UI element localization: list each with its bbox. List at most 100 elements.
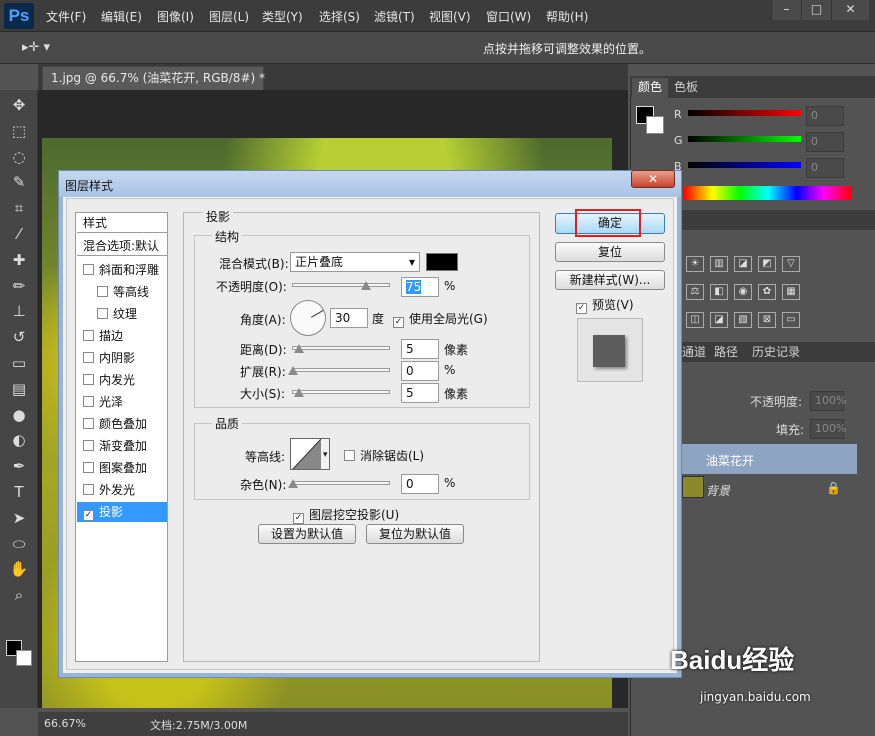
menu-item-6[interactable]: 滤镜(T) [374,8,415,25]
size-slider-thumb[interactable] [294,388,304,397]
menu-item-3[interactable]: 图层(L) [209,8,249,25]
distance-input[interactable]: 5 [401,339,439,359]
style-item-0[interactable]: 斜面和浮雕 [77,260,167,280]
distance-slider-thumb[interactable] [294,344,304,353]
style-item-6[interactable]: 光泽 [77,392,167,412]
balance-icon[interactable]: ⚖ [686,284,704,300]
layer-name-background[interactable]: 背景 [706,482,730,499]
channel-value[interactable]: 0 [806,132,844,152]
close-window-button[interactable]: ✕ [831,0,869,20]
stamp-tool-icon[interactable]: ⊥ [7,300,31,322]
document-tab[interactable]: 1.jpg @ 66.7% (油菜花开, RGB/8#) * [42,66,265,90]
dodge-tool-icon[interactable]: ◐ [7,429,31,451]
invert-icon[interactable]: ◫ [686,312,704,328]
noise-slider[interactable] [292,481,390,485]
channel-slider[interactable] [688,136,801,142]
opacity-slider[interactable] [292,283,390,287]
contour-picker[interactable]: ▾ [290,438,330,470]
size-slider[interactable] [292,390,390,394]
ellipse-tool-icon[interactable]: ⬭ [7,533,31,555]
set-default-button[interactable]: 设置为默认值 [258,524,356,544]
eyedropper-icon[interactable]: ⁄ [7,223,31,245]
style-item-4[interactable]: 内阴影 [77,348,167,368]
maximize-button[interactable]: □ [801,0,831,20]
exposure-icon[interactable]: ◩ [758,256,776,272]
noise-slider-thumb[interactable] [288,479,298,488]
tab-history[interactable]: 历史记录 [746,343,806,363]
brush-tool-icon[interactable]: ✏ [7,275,31,297]
blend-options-item[interactable]: 混合选项:默认 [77,236,167,256]
menu-item-4[interactable]: 类型(Y) [262,8,303,25]
reset-default-button[interactable]: 复位为默认值 [366,524,464,544]
shadow-color-swatch[interactable] [426,253,458,271]
move-tool-preset-icon[interactable]: ▸✛ ▾ [22,40,50,55]
levels-icon[interactable]: ▥ [710,256,728,272]
gradient-map-icon[interactable]: ▭ [782,312,800,328]
blend-mode-select[interactable]: 正片叠底 ▾ [290,252,420,272]
styles-header[interactable]: 样式 [77,213,167,233]
style-item-3[interactable]: 描边 [77,326,167,346]
style-item-11[interactable]: ✓ 投影 [77,502,167,522]
opacity-input[interactable]: 75 [401,277,439,297]
spread-slider[interactable] [292,368,390,372]
threshold-icon[interactable]: ▧ [734,312,752,328]
new-style-button[interactable]: 新建样式(W)... [555,270,665,290]
noise-input[interactable]: 0 [401,474,439,494]
move-tool-icon[interactable]: ✥ [7,94,31,116]
global-light-checkbox[interactable]: ✓ 使用全局光(G) [393,310,488,328]
menu-item-5[interactable]: 选择(S) [319,8,360,25]
brightness-icon[interactable]: ☀ [686,256,704,272]
size-input[interactable]: 5 [401,383,439,403]
curves-icon[interactable]: ◪ [734,256,752,272]
distance-slider[interactable] [292,346,390,350]
healing-brush-icon[interactable]: ✚ [7,249,31,271]
hand-tool-icon[interactable]: ✋ [7,558,31,580]
angle-input[interactable]: 30 [330,308,368,328]
preview-checkbox[interactable]: ✓ 预览(V) [576,296,634,314]
spread-input[interactable]: 0 [401,361,439,381]
style-item-2[interactable]: 纹理 [77,304,167,324]
lookup-icon[interactable]: ▦ [782,284,800,300]
channel-mixer-icon[interactable]: ✿ [758,284,776,300]
menu-item-0[interactable]: 文件(F) [46,8,86,25]
background-color-swatch[interactable] [16,650,32,666]
lasso-tool-icon[interactable]: ◌ [7,146,31,168]
photo-filter-icon[interactable]: ◉ [734,284,752,300]
menu-item-7[interactable]: 视图(V) [429,8,471,25]
channel-slider[interactable] [688,110,801,116]
channel-value[interactable]: 0 [806,158,844,178]
layer-name[interactable]: 油菜花开 [706,452,754,469]
dialog-close-button[interactable]: ✕ [631,170,675,188]
tab-swatches[interactable]: 色板 [668,78,704,98]
angle-dial[interactable] [290,300,326,336]
style-item-8[interactable]: 渐变叠加 [77,436,167,456]
style-item-10[interactable]: 外发光 [77,480,167,500]
menu-item-9[interactable]: 帮助(H) [546,8,588,25]
style-item-9[interactable]: 图案叠加 [77,458,167,478]
posterize-icon[interactable]: ◪ [710,312,728,328]
style-item-7[interactable]: 颜色叠加 [77,414,167,434]
eraser-icon[interactable]: ▭ [7,352,31,374]
channel-slider[interactable] [688,162,801,168]
spread-slider-thumb[interactable] [288,366,298,375]
menu-item-2[interactable]: 图像(I) [157,8,194,25]
tab-paths[interactable]: 路径 [708,343,744,363]
history-brush-icon[interactable]: ↺ [7,326,31,348]
channel-value[interactable]: 0 [806,106,844,126]
antialias-checkbox[interactable]: 消除锯齿(L) [344,447,424,464]
layer-fill-input[interactable]: 100% [810,419,846,439]
opacity-slider-thumb[interactable] [360,281,371,290]
zoom-level[interactable]: 66.67% [44,717,86,730]
minimize-button[interactable]: – [771,0,801,20]
blur-tool-icon[interactable]: ● [7,404,31,426]
path-select-icon[interactable]: ➤ [7,507,31,529]
zoom-tool-icon[interactable]: ⌕ [7,584,31,606]
gradient-icon[interactable]: ▤ [7,378,31,400]
color-spectrum[interactable] [684,186,852,200]
style-item-5[interactable]: 内发光 [77,370,167,390]
menu-item-1[interactable]: 编辑(E) [101,8,142,25]
menu-item-8[interactable]: 窗口(W) [486,8,531,25]
pen-tool-icon[interactable]: ✒ [7,455,31,477]
crop-tool-icon[interactable]: ⌗ [7,197,31,219]
tab-color[interactable]: 颜色 [632,78,669,98]
